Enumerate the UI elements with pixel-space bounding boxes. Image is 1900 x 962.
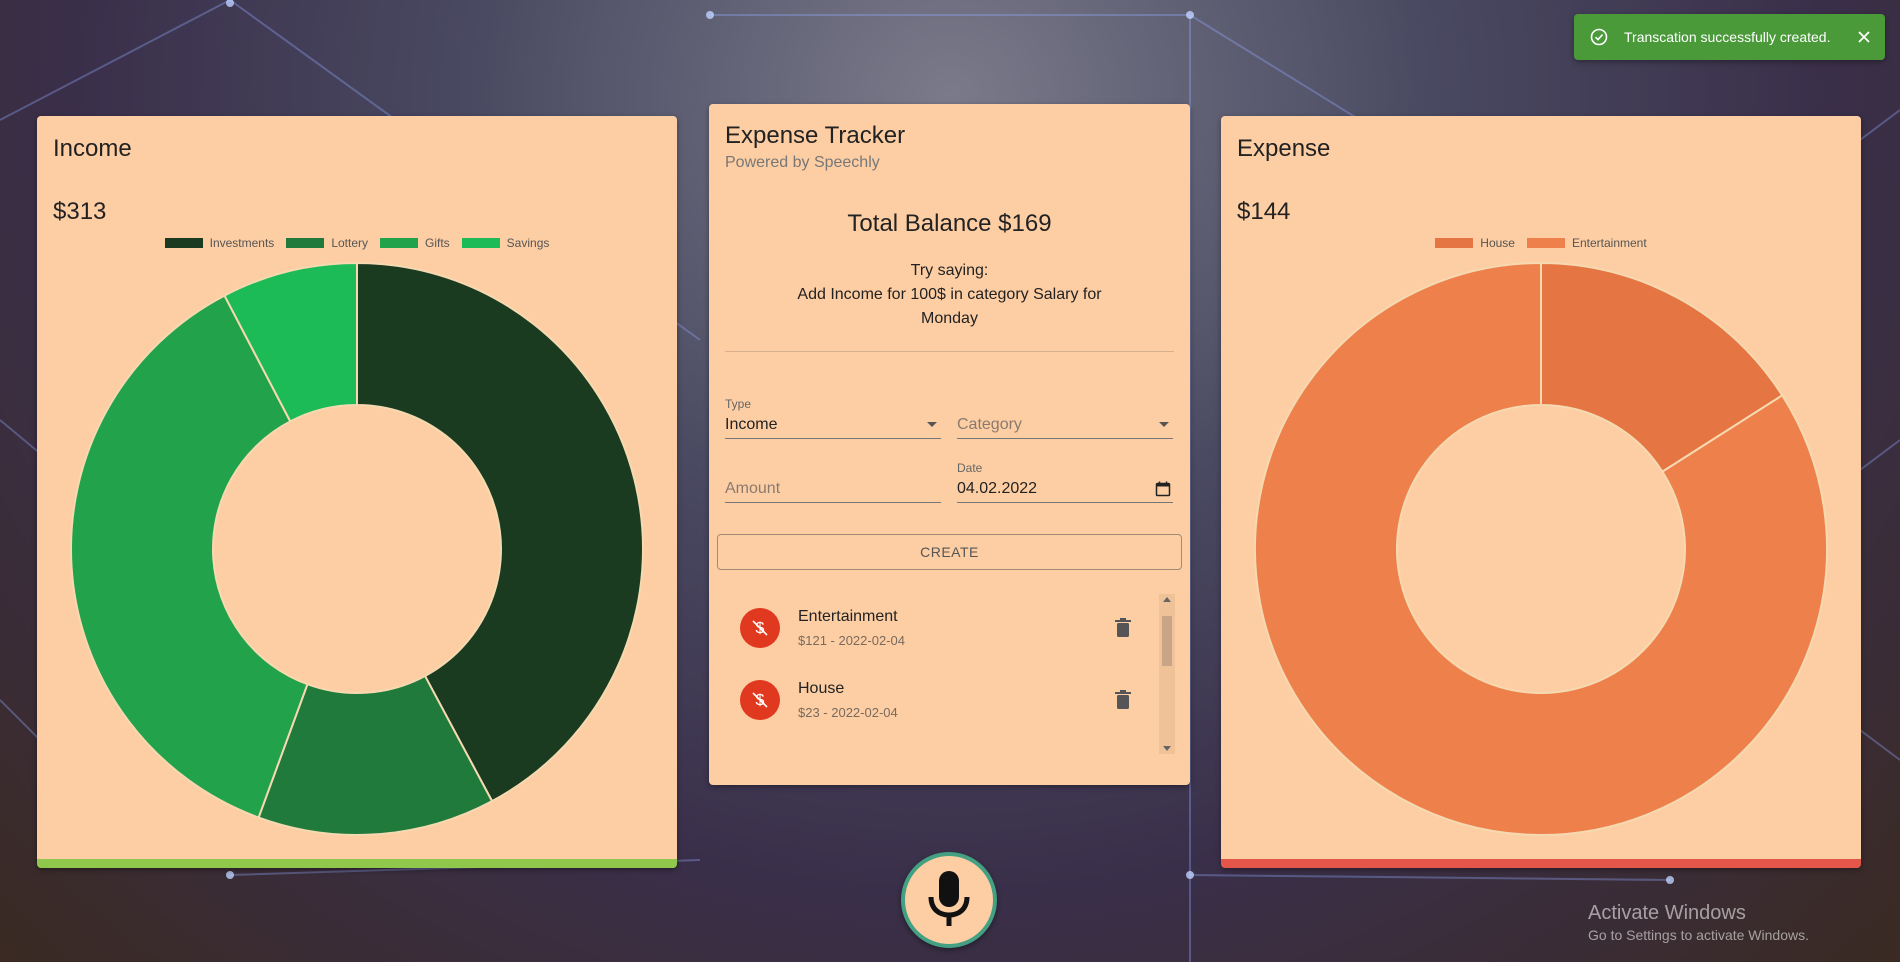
delete-icon[interactable] <box>1115 690 1131 710</box>
legend-item-lottery[interactable]: Lottery <box>286 236 368 250</box>
legend-item-investments[interactable]: Investments <box>164 236 275 250</box>
tracker-title: Expense Tracker <box>725 122 906 149</box>
total-balance: Total Balance $169 <box>847 210 1052 237</box>
delete-icon[interactable] <box>1115 618 1131 638</box>
amount-placeholder: Amount <box>725 480 781 497</box>
income-legend: Investments Lottery Gifts Savings <box>37 236 677 250</box>
expense-tracker-card: Expense Tracker Powered by Speechly Tota… <box>709 104 1190 785</box>
calendar-icon[interactable] <box>1155 481 1171 497</box>
legend-swatch <box>1435 238 1474 248</box>
type-label: Type <box>725 397 752 411</box>
category-placeholder: Category <box>957 416 1022 433</box>
divider <box>725 351 1174 352</box>
income-donut-chart <box>70 261 645 836</box>
list-item[interactable]: $ House $23 - 2022-02-04 <box>725 666 1157 738</box>
list-item[interactable]: $ Entertainment $121 - 2022-02-04 <box>725 594 1157 666</box>
date-field[interactable]: Date 04.02.2022 <box>957 461 1173 503</box>
hint-line-1: Try saying: <box>910 262 989 279</box>
chevron-down-icon <box>927 422 937 427</box>
date-label: Date <box>957 461 983 475</box>
legend-label: Entertainment <box>1571 236 1647 250</box>
watermark-subtitle: Go to Settings to activate Windows. <box>1588 927 1809 943</box>
expense-legend: House Entertainment <box>1221 236 1861 250</box>
type-value: Income <box>725 416 778 433</box>
income-card: Income $313 Investments Lottery Gifts Sa… <box>37 116 677 868</box>
legend-label: Savings <box>506 236 550 250</box>
legend-label: Gifts <box>425 236 450 250</box>
avatar: $ <box>740 680 780 720</box>
voice-hint: Try saying: Add Income for 100$ in categ… <box>779 259 1120 331</box>
money-off-icon: $ <box>752 620 768 637</box>
tracker-subtitle: Powered by Speechly <box>725 154 880 171</box>
create-button[interactable]: CREATE <box>717 534 1182 570</box>
legend-swatch <box>286 238 325 248</box>
legend-swatch <box>164 238 203 248</box>
legend-label: Lottery <box>331 236 368 250</box>
type-select[interactable]: Type Income <box>725 397 941 439</box>
activate-windows-watermark: Activate Windows Go to Settings to activ… <box>1588 902 1809 943</box>
legend-item-entertainment[interactable]: Entertainment <box>1526 236 1647 250</box>
watermark-title: Activate Windows <box>1588 902 1746 924</box>
scroll-up-arrow-icon[interactable] <box>1163 597 1171 602</box>
success-toast: Transcation successfully created. <box>1574 14 1885 60</box>
legend-item-house[interactable]: House <box>1435 236 1515 250</box>
expense-donut-chart <box>1254 261 1828 836</box>
category-select[interactable]: Category <box>957 412 1173 439</box>
expense-title: Expense <box>1237 135 1331 162</box>
microphone-button[interactable] <box>901 852 997 948</box>
legend-label: House <box>1480 236 1515 250</box>
transaction-detail: $23 - 2022-02-04 <box>798 705 898 720</box>
list-scrollbar[interactable] <box>1159 594 1175 754</box>
close-icon[interactable] <box>1857 30 1871 44</box>
money-off-icon: $ <box>752 692 768 709</box>
legend-item-gifts[interactable]: Gifts <box>380 236 450 250</box>
transaction-detail: $121 - 2022-02-04 <box>798 633 905 648</box>
scroll-down-arrow-icon[interactable] <box>1163 746 1171 751</box>
legend-swatch <box>461 238 500 248</box>
scroll-thumb[interactable] <box>1162 616 1172 666</box>
toast-message: Transcation successfully created. <box>1624 29 1831 45</box>
legend-item-savings[interactable]: Savings <box>461 236 550 250</box>
legend-swatch <box>1526 238 1565 248</box>
income-amount: $313 <box>53 198 107 225</box>
microphone-icon <box>928 871 970 926</box>
legend-swatch <box>380 238 418 248</box>
hint-line-2: Add Income for 100$ in category Salary f… <box>797 286 1102 327</box>
legend-label: Investments <box>209 236 275 250</box>
date-value: 04.02.2022 <box>957 480 1038 497</box>
transaction-category: Entertainment <box>798 608 898 625</box>
avatar: $ <box>740 608 780 648</box>
transaction-category: House <box>798 680 845 697</box>
chevron-down-icon <box>1159 422 1169 427</box>
income-title: Income <box>53 135 132 162</box>
check-circle-icon <box>1590 28 1608 46</box>
expense-amount: $144 <box>1237 198 1291 225</box>
transaction-list: $ Entertainment $121 - 2022-02-04 $ Hous… <box>725 594 1157 754</box>
expense-card: Expense $144 House Entertainment <box>1221 116 1861 868</box>
amount-field[interactable]: Amount <box>725 476 941 503</box>
